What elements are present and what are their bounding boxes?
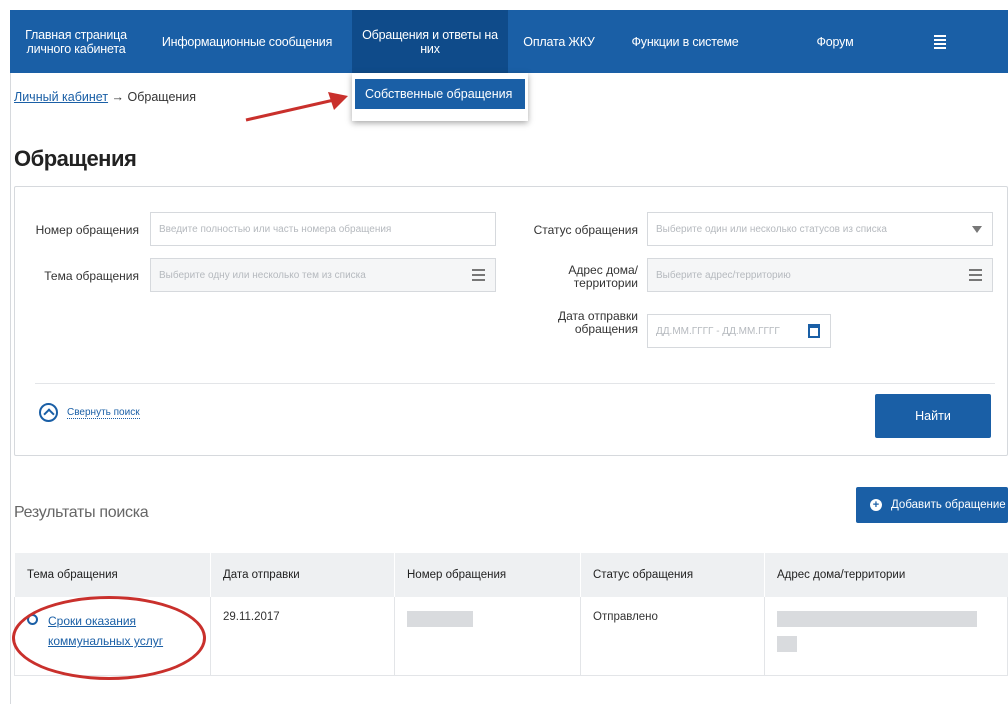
status-select[interactable]: Выберите один или несколько статусов из … xyxy=(647,212,993,246)
menu-button[interactable] xyxy=(910,10,970,73)
list-icon[interactable] xyxy=(472,269,485,281)
breadcrumb-current: Обращения xyxy=(127,90,197,104)
nav-item-appeals[interactable]: Обращения и ответы на них xyxy=(352,10,508,73)
column-header-number[interactable]: Номер обращения xyxy=(394,553,581,597)
subject-label: Тема обращения xyxy=(44,269,139,283)
redacted-address-line2 xyxy=(777,636,797,652)
subject-placeholder: Выберите одну или несколько тем из списк… xyxy=(159,269,366,281)
nav-item-forum[interactable]: Форум xyxy=(760,10,910,73)
page-left-border xyxy=(10,73,11,704)
menu-icon xyxy=(934,34,946,49)
dropdown-arrow-icon[interactable] xyxy=(972,226,982,233)
cell-status: Отправлено xyxy=(580,597,765,676)
address-label: Адрес дома/ территории xyxy=(568,263,638,290)
breadcrumb-separator: → xyxy=(111,90,125,104)
appeals-dropdown: Собственные обращения xyxy=(352,73,528,121)
date-placeholder: ДД.ММ.ГГГГ - ДД.ММ.ГГГГ xyxy=(656,325,780,337)
number-label: Номер обращения xyxy=(35,223,139,237)
date-range-input[interactable]: ДД.ММ.ГГГГ - ДД.ММ.ГГГГ xyxy=(647,314,831,348)
address-placeholder: Выберите адрес/территорию xyxy=(656,269,791,281)
cell-date: 29.11.2017 xyxy=(210,597,395,676)
nav-item-home[interactable]: Главная страница личного кабинета xyxy=(10,10,142,73)
annotation-arrow-icon xyxy=(245,92,348,122)
breadcrumb-link-cabinet[interactable]: Личный кабинет xyxy=(14,90,108,104)
collapse-search-link[interactable]: Свернуть поиск xyxy=(67,407,140,419)
status-label: Статус обращения xyxy=(533,223,638,237)
add-appeal-button[interactable]: + Добавить обращение xyxy=(856,487,1008,523)
search-panel: Номер обращения Введите полностью или ча… xyxy=(14,186,1008,456)
calendar-icon[interactable] xyxy=(808,324,820,338)
page-title: Обращения xyxy=(14,146,137,171)
cell-address xyxy=(764,597,1008,676)
top-nav: Главная страница личного кабинета Информ… xyxy=(10,10,1008,73)
nav-item-payments[interactable]: Оплата ЖКУ xyxy=(508,10,610,73)
subject-select[interactable]: Выберите одну или несколько тем из списк… xyxy=(150,258,496,292)
redacted-address xyxy=(777,611,977,627)
nav-item-functions[interactable]: Функции в системе xyxy=(610,10,760,73)
plus-icon: + xyxy=(870,499,882,511)
cell-number xyxy=(394,597,581,676)
column-header-subject[interactable]: Тема обращения xyxy=(14,553,211,597)
find-button[interactable]: Найти xyxy=(875,394,991,438)
list-icon[interactable] xyxy=(969,269,982,281)
address-select[interactable]: Выберите адрес/территорию xyxy=(647,258,993,292)
panel-divider xyxy=(35,383,995,384)
table-header-row: Тема обращения Дата отправки Номер обращ… xyxy=(14,553,1008,597)
chevron-up-icon xyxy=(39,403,58,422)
add-appeal-label: Добавить обращение xyxy=(891,499,1006,511)
collapse-search-toggle[interactable]: Свернуть поиск xyxy=(39,403,140,422)
results-title: Результаты поиска xyxy=(14,504,149,521)
annotation-circle xyxy=(12,596,206,680)
dropdown-item-own-appeals[interactable]: Собственные обращения xyxy=(355,79,525,109)
column-header-address[interactable]: Адрес дома/территории xyxy=(764,553,1008,597)
column-header-date[interactable]: Дата отправки xyxy=(210,553,395,597)
column-header-status[interactable]: Статус обращения xyxy=(580,553,765,597)
number-input[interactable]: Введите полностью или часть номера обращ… xyxy=(150,212,496,246)
status-placeholder: Выберите один или несколько статусов из … xyxy=(656,223,887,235)
breadcrumb: Личный кабинет → Обращения xyxy=(14,90,196,104)
date-label: Дата отправки обращения xyxy=(558,309,638,336)
redacted-number xyxy=(407,611,473,627)
nav-item-info-messages[interactable]: Информационные сообщения xyxy=(142,10,352,73)
